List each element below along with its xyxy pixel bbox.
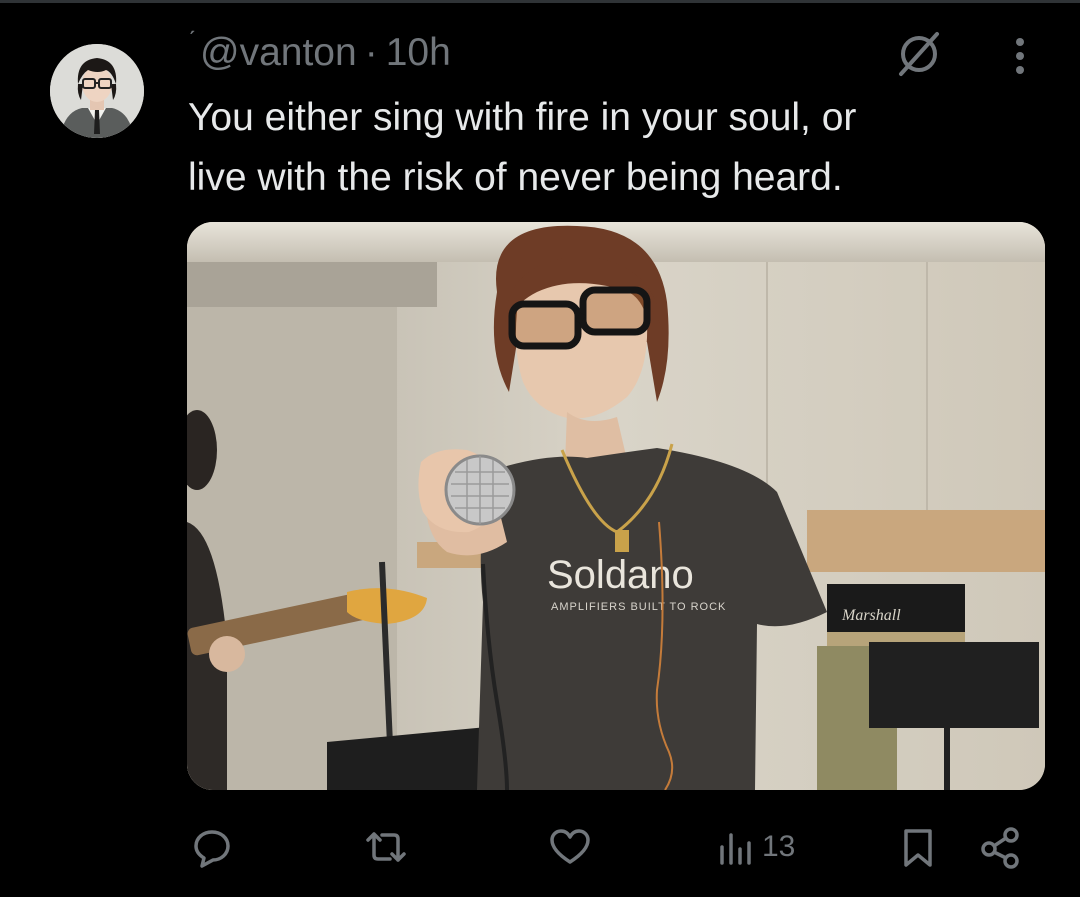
tweet-time[interactable]: 10h	[386, 31, 451, 75]
tweet-photo[interactable]: Marshall Soldano AMPLIFIERS BUILT TO ROC…	[187, 222, 1045, 790]
bookmark-icon	[904, 829, 932, 867]
shirt-subtext: AMPLIFIERS BUILT TO ROCK	[551, 601, 726, 613]
bookmark-button[interactable]	[898, 815, 938, 879]
retweet-button[interactable]	[362, 815, 410, 879]
tweet-header: ˊ @vanton · 10h	[188, 27, 451, 78]
hide-icon[interactable]	[893, 28, 945, 80]
action-bar: 13	[0, 815, 1080, 879]
more-icon[interactable]	[1004, 34, 1036, 78]
tweet-text-line: live with the risk of never being heard.	[188, 156, 843, 199]
share-icon	[981, 827, 1019, 869]
avatar[interactable]	[50, 44, 144, 138]
author-handle[interactable]: @vanton	[200, 31, 357, 75]
like-icon	[550, 829, 590, 864]
header-separator: ·	[364, 31, 378, 74]
tweet-text-line: You either sing with fire in your soul, …	[188, 96, 857, 139]
reply-icon	[194, 830, 230, 868]
tweet-text: You either sing with fire in your soul, …	[188, 88, 1048, 208]
retweet-icon	[366, 832, 406, 862]
views-icon	[720, 833, 751, 865]
header-tick: ˊ	[188, 27, 196, 54]
like-button[interactable]	[548, 815, 592, 879]
reply-button[interactable]	[190, 815, 234, 879]
views-count: 13	[762, 830, 796, 863]
views-button[interactable]: 13	[716, 815, 795, 879]
share-button[interactable]	[978, 815, 1022, 879]
amp-logo-text: Marshall	[841, 607, 901, 624]
top-divider	[0, 0, 1080, 3]
shirt-logo-text: Soldano	[547, 553, 694, 597]
